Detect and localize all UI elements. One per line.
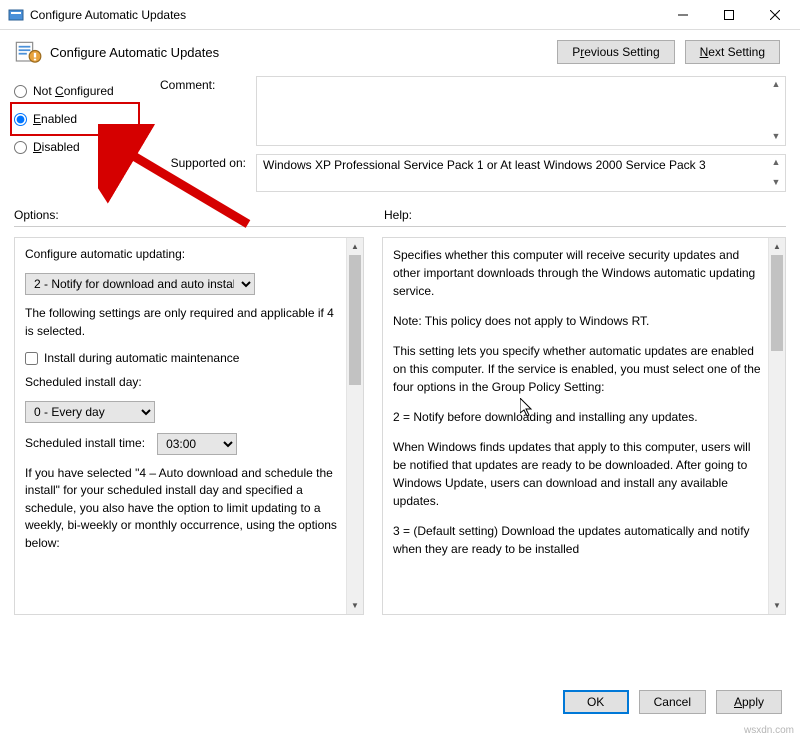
window-title: Configure Automatic Updates <box>30 8 660 22</box>
radio-enabled[interactable]: Enabled <box>14 112 154 126</box>
install-maintenance-label: Install during automatic maintenance <box>44 350 239 367</box>
options-note-1: The following settings are only required… <box>25 305 343 340</box>
help-text: Specifies whether this computer will rec… <box>393 246 765 300</box>
top-config-area: Not Configured Enabled Disabled Comment:… <box>0 70 800 200</box>
configure-updating-combo[interactable]: 2 - Notify for download and auto install <box>25 273 255 295</box>
radio-not-configured-input[interactable] <box>14 85 27 98</box>
top-labels-col: Comment: Supported on: <box>160 76 250 170</box>
policy-icon <box>14 40 42 64</box>
comment-textbox[interactable]: ▲ ▼ <box>256 76 786 146</box>
supported-on-box: Windows XP Professional Service Pack 1 o… <box>256 154 786 192</box>
radio-disabled[interactable]: Disabled <box>14 140 154 154</box>
watermark: wsxdn.com <box>744 725 794 736</box>
configure-updating-label: Configure automatic updating: <box>25 246 343 263</box>
close-button[interactable] <box>752 0 798 30</box>
scheduled-time-label: Scheduled install time: <box>25 435 145 452</box>
install-maintenance-checkbox-row[interactable]: Install during automatic maintenance <box>25 350 343 367</box>
header: Configure Automatic Updates Previous Set… <box>0 30 800 70</box>
next-setting-button[interactable]: Next Setting <box>685 40 780 64</box>
options-note-2: If you have selected "4 – Auto download … <box>25 465 343 552</box>
dialog-buttons: OK Cancel Apply <box>563 690 782 714</box>
top-boxes-col: ▲ ▼ Windows XP Professional Service Pack… <box>256 76 786 192</box>
scheduled-day-combo[interactable]: 0 - Every day <box>25 401 155 423</box>
apply-button[interactable]: Apply <box>716 690 782 714</box>
radio-not-configured[interactable]: Not Configured <box>14 84 154 98</box>
ok-button[interactable]: OK <box>563 690 629 714</box>
help-scrollbar[interactable]: ▲ ▼ <box>768 238 785 614</box>
options-scrollbar[interactable]: ▲ ▼ <box>346 238 363 614</box>
minimize-button[interactable] <box>660 0 706 30</box>
help-pane: Specifies whether this computer will rec… <box>382 237 786 615</box>
scheduled-time-combo[interactable]: 03:00 <box>157 433 237 455</box>
app-icon <box>8 7 24 23</box>
pane-labels: Options: Help: <box>0 200 800 224</box>
radio-enabled-input[interactable] <box>14 113 27 126</box>
supported-on-text: Windows XP Professional Service Pack 1 o… <box>263 158 706 172</box>
scrollbar-thumb[interactable] <box>349 255 361 385</box>
options-label: Options: <box>14 208 384 222</box>
scheduled-day-label: Scheduled install day: <box>25 374 343 391</box>
separator <box>14 226 786 227</box>
policy-title: Configure Automatic Updates <box>50 45 557 60</box>
scroll-down-icon[interactable]: ▼ <box>770 177 782 189</box>
scroll-down-icon[interactable]: ▼ <box>347 597 363 614</box>
scroll-up-icon[interactable]: ▲ <box>770 79 782 91</box>
scroll-down-icon[interactable]: ▼ <box>769 597 785 614</box>
options-pane: Configure automatic updating: 2 - Notify… <box>14 237 364 615</box>
scroll-up-icon[interactable]: ▲ <box>770 157 782 169</box>
help-text: 2 = Notify before downloading and instal… <box>393 408 765 426</box>
help-text: This setting lets you specify whether au… <box>393 342 765 396</box>
help-text: Note: This policy does not apply to Wind… <box>393 312 765 330</box>
scroll-up-icon[interactable]: ▲ <box>347 238 363 255</box>
title-bar: Configure Automatic Updates <box>0 0 800 30</box>
scroll-up-icon[interactable]: ▲ <box>769 238 785 255</box>
comment-label: Comment: <box>160 76 250 154</box>
supported-label: Supported on: <box>160 154 250 170</box>
cancel-button[interactable]: Cancel <box>639 690 706 714</box>
previous-setting-button[interactable]: Previous Setting <box>557 40 674 64</box>
scrollbar-thumb[interactable] <box>771 255 783 351</box>
lower-panes: Configure automatic updating: 2 - Notify… <box>0 229 800 615</box>
help-text: 3 = (Default setting) Download the updat… <box>393 522 765 558</box>
help-label: Help: <box>384 208 786 222</box>
install-maintenance-checkbox[interactable] <box>25 352 38 365</box>
maximize-button[interactable] <box>706 0 752 30</box>
state-radios: Not Configured Enabled Disabled <box>14 76 154 168</box>
radio-disabled-input[interactable] <box>14 141 27 154</box>
help-text: When Windows finds updates that apply to… <box>393 438 765 510</box>
scroll-down-icon[interactable]: ▼ <box>770 131 782 143</box>
